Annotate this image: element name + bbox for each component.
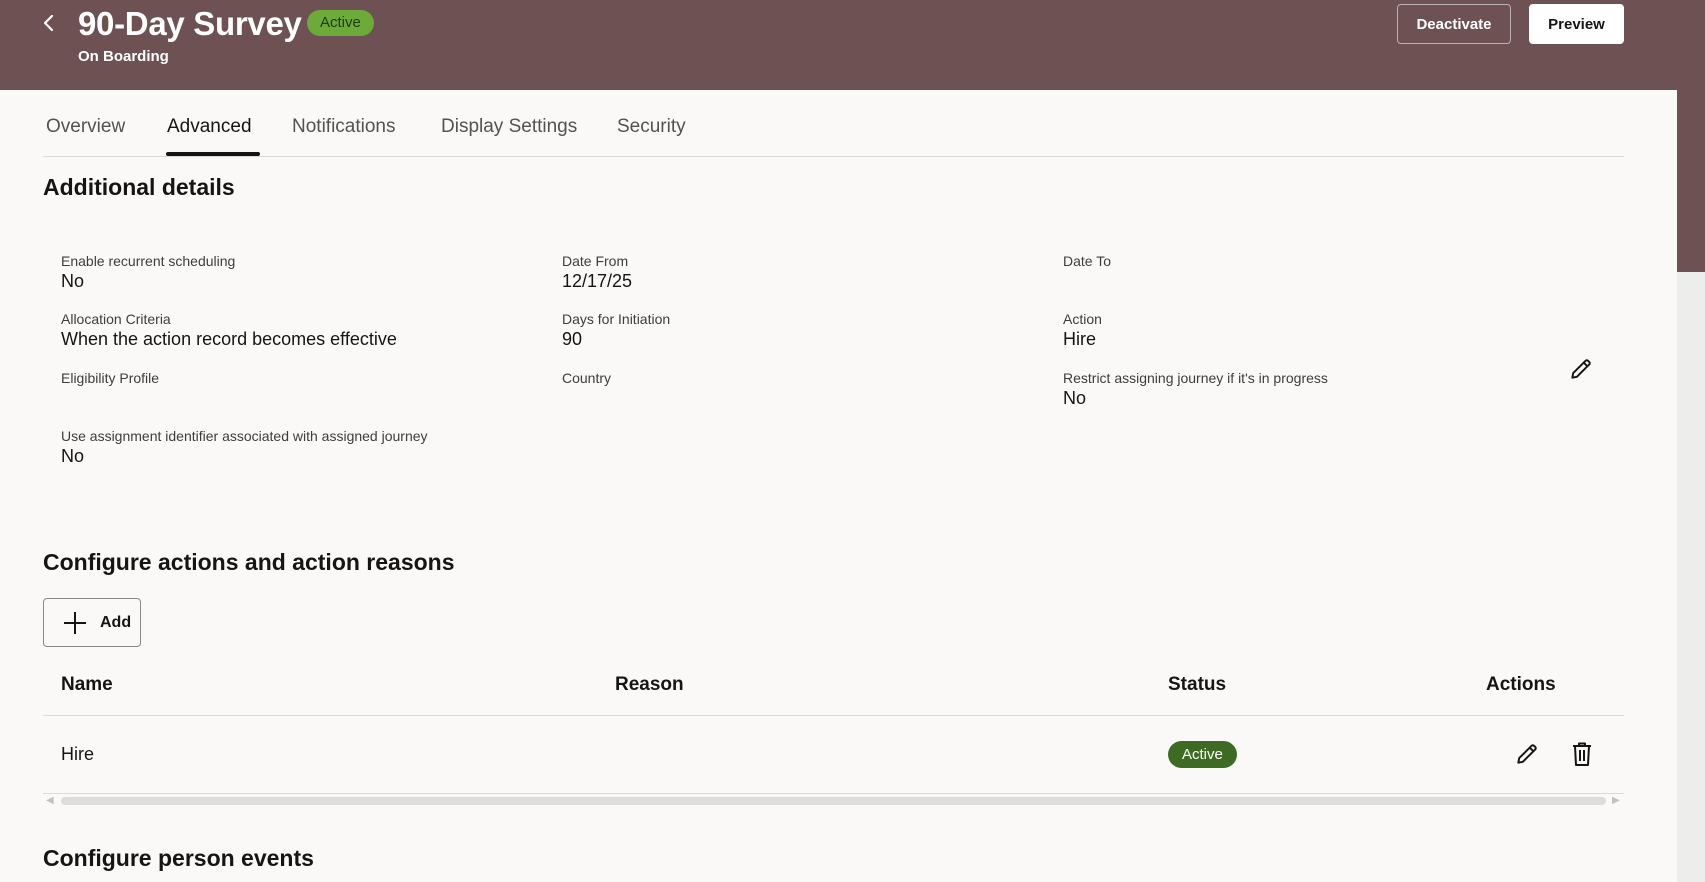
page-header: 90-Day Survey Active On Boarding Deactiv… bbox=[0, 0, 1705, 90]
field-label: Eligibility Profile bbox=[61, 370, 160, 386]
chevron-left-icon bbox=[43, 14, 54, 32]
field-date-to: Date To bbox=[1063, 252, 1111, 270]
horizontal-scrollbar[interactable]: ◀ ▶ bbox=[43, 795, 1624, 807]
field-value: No bbox=[61, 271, 85, 291]
column-header-reason[interactable]: Reason bbox=[615, 674, 684, 696]
edit-row-button[interactable] bbox=[1511, 738, 1543, 770]
active-tab-indicator bbox=[166, 152, 260, 156]
field-enable-recurrent-scheduling: Enable recurrent scheduling No bbox=[61, 252, 235, 293]
field-label: Allocation Criteria bbox=[61, 311, 171, 327]
scroll-left-icon[interactable]: ◀ bbox=[46, 795, 54, 807]
field-value: No bbox=[61, 446, 85, 466]
field-date-from: Date From 12/17/25 bbox=[562, 252, 632, 293]
field-country: Country bbox=[562, 369, 611, 387]
field-label: Use assignment identifier associated wit… bbox=[61, 428, 428, 444]
field-label: Country bbox=[562, 370, 612, 386]
horizontal-scrollbar-thumb[interactable] bbox=[61, 797, 1606, 805]
pencil-icon bbox=[1517, 744, 1537, 764]
field-days-for-initiation: Days for Initiation 90 bbox=[562, 310, 670, 351]
preview-button[interactable]: Preview bbox=[1529, 4, 1624, 44]
field-label: Date To bbox=[1063, 253, 1111, 269]
field-label: Date From bbox=[562, 253, 629, 269]
table-row[interactable]: Hire Active bbox=[43, 716, 1624, 794]
status-badge: Active bbox=[1168, 741, 1237, 768]
vertical-scrollbar[interactable] bbox=[1677, 0, 1705, 882]
deactivate-button[interactable]: Deactivate bbox=[1397, 4, 1511, 44]
field-value: 12/17/25 bbox=[562, 271, 633, 291]
field-value: Hire bbox=[1063, 329, 1097, 349]
configure-person-events-title: Configure person events bbox=[43, 845, 314, 871]
field-allocation-criteria: Allocation Criteria When the action reco… bbox=[61, 310, 397, 351]
tab-overview[interactable]: Overview bbox=[46, 116, 125, 138]
pencil-icon bbox=[1571, 359, 1591, 379]
field-use-assignment-identifier: Use assignment identifier associated wit… bbox=[61, 427, 428, 468]
status-badge: Active bbox=[307, 10, 374, 36]
tab-bar: Overview Advanced Notifications Display … bbox=[43, 110, 1624, 157]
field-restrict-assigning-journey: Restrict assigning journey if it's in pr… bbox=[1063, 369, 1328, 410]
cell-name: Hire bbox=[61, 744, 95, 764]
field-label: Restrict assigning journey if it's in pr… bbox=[1063, 370, 1328, 386]
field-label: Enable recurrent scheduling bbox=[61, 253, 236, 269]
column-header-name[interactable]: Name bbox=[61, 674, 113, 696]
add-button-label: Add bbox=[100, 613, 132, 631]
vertical-scrollbar-thumb[interactable] bbox=[1677, 0, 1705, 272]
field-eligibility-profile: Eligibility Profile bbox=[61, 369, 159, 387]
page-title: 90-Day Survey bbox=[78, 5, 302, 42]
add-action-button[interactable]: Add bbox=[43, 598, 141, 647]
field-label: Days for Initiation bbox=[562, 311, 671, 327]
additional-details-title: Additional details bbox=[43, 174, 235, 200]
edit-details-button[interactable] bbox=[1565, 353, 1597, 385]
field-label: Action bbox=[1063, 311, 1102, 327]
delete-row-button[interactable] bbox=[1566, 738, 1598, 770]
tab-security[interactable]: Security bbox=[617, 116, 686, 138]
field-action: Action Hire bbox=[1063, 310, 1102, 351]
trash-icon bbox=[1573, 742, 1591, 766]
field-value: 90 bbox=[562, 329, 583, 349]
tab-display-settings[interactable]: Display Settings bbox=[441, 116, 577, 138]
page-subtitle: On Boarding bbox=[78, 48, 169, 65]
field-value: No bbox=[1063, 388, 1087, 408]
field-value: When the action record becomes effective bbox=[61, 329, 397, 349]
tab-advanced[interactable]: Advanced bbox=[167, 116, 252, 138]
plus-icon bbox=[62, 610, 88, 636]
scroll-right-icon[interactable]: ▶ bbox=[1612, 795, 1620, 807]
table-header: Name Reason Status Actions bbox=[43, 664, 1624, 716]
back-button[interactable] bbox=[36, 8, 62, 38]
tab-notifications[interactable]: Notifications bbox=[292, 116, 396, 138]
configure-actions-title: Configure actions and action reasons bbox=[43, 549, 455, 575]
column-header-actions: Actions bbox=[1486, 674, 1556, 695]
column-header-status[interactable]: Status bbox=[1168, 674, 1226, 696]
